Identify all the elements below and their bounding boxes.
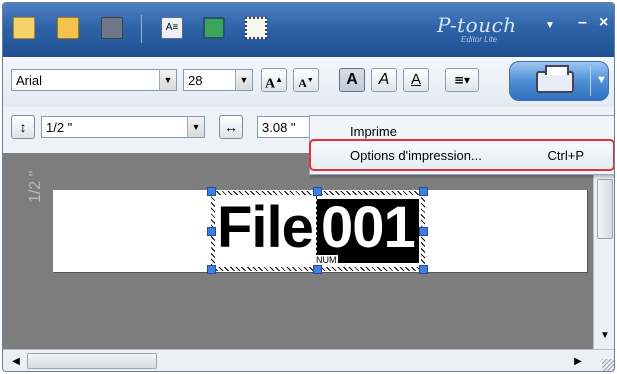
shrink-font-label: A [298, 76, 307, 90]
font-size-value: 28 [188, 73, 203, 88]
new-label-icon[interactable] [13, 17, 35, 39]
resize-handle-top-left[interactable] [207, 187, 216, 196]
resize-handle-top-middle[interactable] [313, 187, 322, 196]
label-text[interactable]: File [217, 196, 314, 260]
resize-grip-icon[interactable] [602, 359, 614, 371]
p-touch-logo: P-touch [437, 13, 517, 37]
text-icon[interactable]: A≡ [161, 17, 183, 39]
tape-width-value: 1/2 " [46, 120, 73, 135]
font-select[interactable]: Arial ▼ [11, 69, 177, 91]
underline-button[interactable]: A [403, 68, 429, 92]
bold-button[interactable]: A [339, 68, 365, 92]
title-toolbar: A≡ P-touch Editor Lite ▼ – × [3, 3, 614, 57]
horizontal-scrollbar[interactable]: ◀ ▶ [3, 349, 614, 371]
tape-width-ruler: 1/2 " [27, 170, 44, 203]
align-left-icon[interactable]: ≡▾ [445, 68, 479, 92]
font-size-select[interactable]: 28 ▼ [183, 69, 253, 91]
minimize-button[interactable]: – [578, 15, 587, 31]
scroll-down-icon[interactable]: ▼ [596, 327, 614, 345]
frame-icon[interactable] [245, 17, 267, 39]
italic-button[interactable]: A [371, 68, 397, 92]
numbering-tag: NUM [315, 255, 338, 265]
highlight-ring [309, 139, 614, 171]
vertical-scrollbar[interactable]: ▲ ▼ [593, 153, 614, 349]
scroll-left-icon[interactable]: ◀ [7, 353, 25, 371]
horizontal-scroll-thumb[interactable] [27, 353, 157, 369]
resize-handle-top-right[interactable] [419, 187, 428, 196]
tape-width-icon: ↕ [11, 115, 35, 139]
printer-icon [536, 65, 574, 93]
print-button-divider [590, 66, 591, 96]
close-button[interactable]: × [599, 15, 608, 31]
shrink-font-button[interactable]: A▼ [293, 68, 319, 92]
scroll-right-icon[interactable]: ▶ [569, 353, 587, 371]
tape-length-field[interactable]: 3.08 " [257, 116, 313, 138]
resize-handle-middle-left[interactable] [207, 227, 216, 236]
menu-chevron-icon[interactable]: ▼ [545, 18, 555, 34]
resize-handle-bottom-right[interactable] [419, 265, 428, 274]
vertical-scroll-thumb[interactable] [597, 179, 613, 239]
image-icon[interactable] [203, 17, 225, 39]
format-toolbar: Arial ▼ 28 ▼ A▲ A▼ A A A ≡▾ ▼ [3, 57, 614, 107]
app-window: A≡ P-touch Editor Lite ▼ – × Arial ▼ 28 … [2, 2, 615, 372]
chevron-down-icon[interactable]: ▼ [159, 70, 176, 90]
open-folder-icon[interactable] [57, 17, 79, 39]
resize-handle-middle-right[interactable] [419, 227, 428, 236]
toolbar-separator [141, 15, 142, 43]
menu-item-label: Imprime [350, 124, 397, 139]
chevron-down-icon[interactable]: ▼ [187, 117, 204, 137]
resize-handle-bottom-middle[interactable] [313, 265, 322, 274]
chevron-down-icon[interactable]: ▼ [596, 74, 607, 86]
resize-handle-bottom-left[interactable] [207, 265, 216, 274]
chevron-down-icon[interactable]: ▼ [235, 70, 252, 90]
save-disk-icon[interactable] [101, 17, 123, 39]
label-text-selected[interactable]: 001 [321, 196, 416, 260]
grow-font-label: A [264, 76, 276, 92]
font-value: Arial [16, 73, 43, 88]
tape-length-icon: ↔ [219, 115, 243, 139]
logo-subtitle: Editor Lite [461, 35, 498, 44]
tape-width-select[interactable]: 1/2 " ▼ [41, 116, 205, 138]
grow-font-button[interactable]: A▲ [261, 68, 287, 92]
print-button[interactable]: ▼ [509, 61, 609, 101]
